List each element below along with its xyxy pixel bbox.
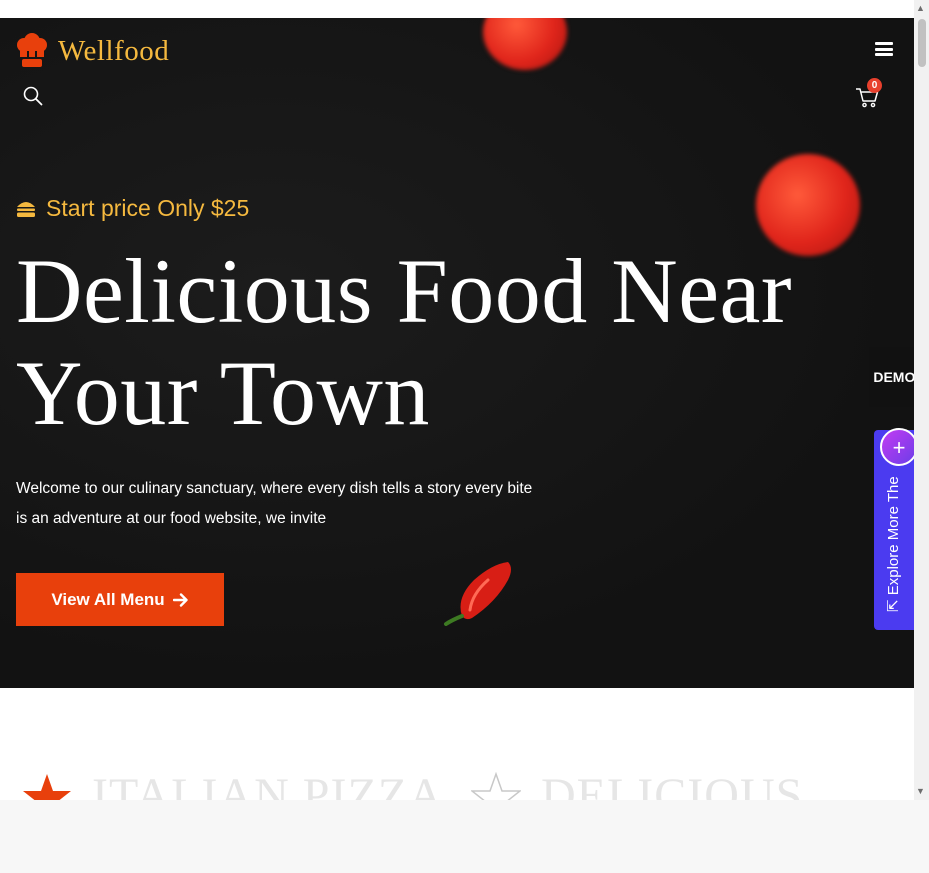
hero-section: Wellfood 0 Start price Only $25 Deliciou… [0,18,914,688]
bottom-bar [0,800,929,873]
burger-icon [17,201,35,217]
logo-text: Wellfood [58,34,170,67]
hero-headline: Delicious Food Near Your Town [16,240,876,444]
feature-title: ITALIAN PIZZA [92,769,444,800]
arrow-up-icon: ⇱ [885,599,902,612]
search-icon[interactable] [22,85,44,107]
scroll-down-arrow-icon[interactable]: ▼ [916,786,925,796]
chili-pepper-decoration [444,562,511,626]
feature-title: DELICIOUS [541,769,804,800]
cart-count-badge: 0 [867,78,882,93]
headline-line-1: Delicious Food Near [16,240,793,342]
cta-label: View All Menu [51,589,165,609]
plus-icon[interactable]: + [880,428,918,466]
tagline-text: Start price Only $25 [46,195,250,221]
hamburger-menu-icon[interactable] [875,42,893,56]
explore-label-text: Explore More The [885,476,902,596]
star-icon [23,774,71,800]
explore-label[interactable]: ⇱ Explore More The [884,476,902,612]
top-strip [0,0,914,18]
feature-item: DELICIOUS [471,768,803,800]
hero-description: Welcome to our culinary sanctuary, where… [16,480,533,527]
feature-item: ITALIAN PIZZA [22,768,444,800]
site-logo[interactable]: Wellfood [14,33,169,69]
headline-line-2: Your Town [16,342,430,444]
arrow-right-icon [172,592,188,607]
star-icon [471,772,521,800]
chef-hat-icon [17,33,47,67]
features-section: ITALIAN PIZZA DELICIOUS [0,688,914,800]
browser-viewport: Wellfood 0 Start price Only $25 Deliciou… [0,0,929,800]
scrollbar-track[interactable] [914,0,929,800]
price-tagline: Start price Only $25 [16,195,249,222]
view-all-menu-button[interactable]: View All Menu [16,573,224,626]
scroll-up-arrow-icon[interactable]: ▲ [916,3,925,13]
tomato-decoration [483,18,567,70]
scrollbar-thumb[interactable] [918,19,926,67]
